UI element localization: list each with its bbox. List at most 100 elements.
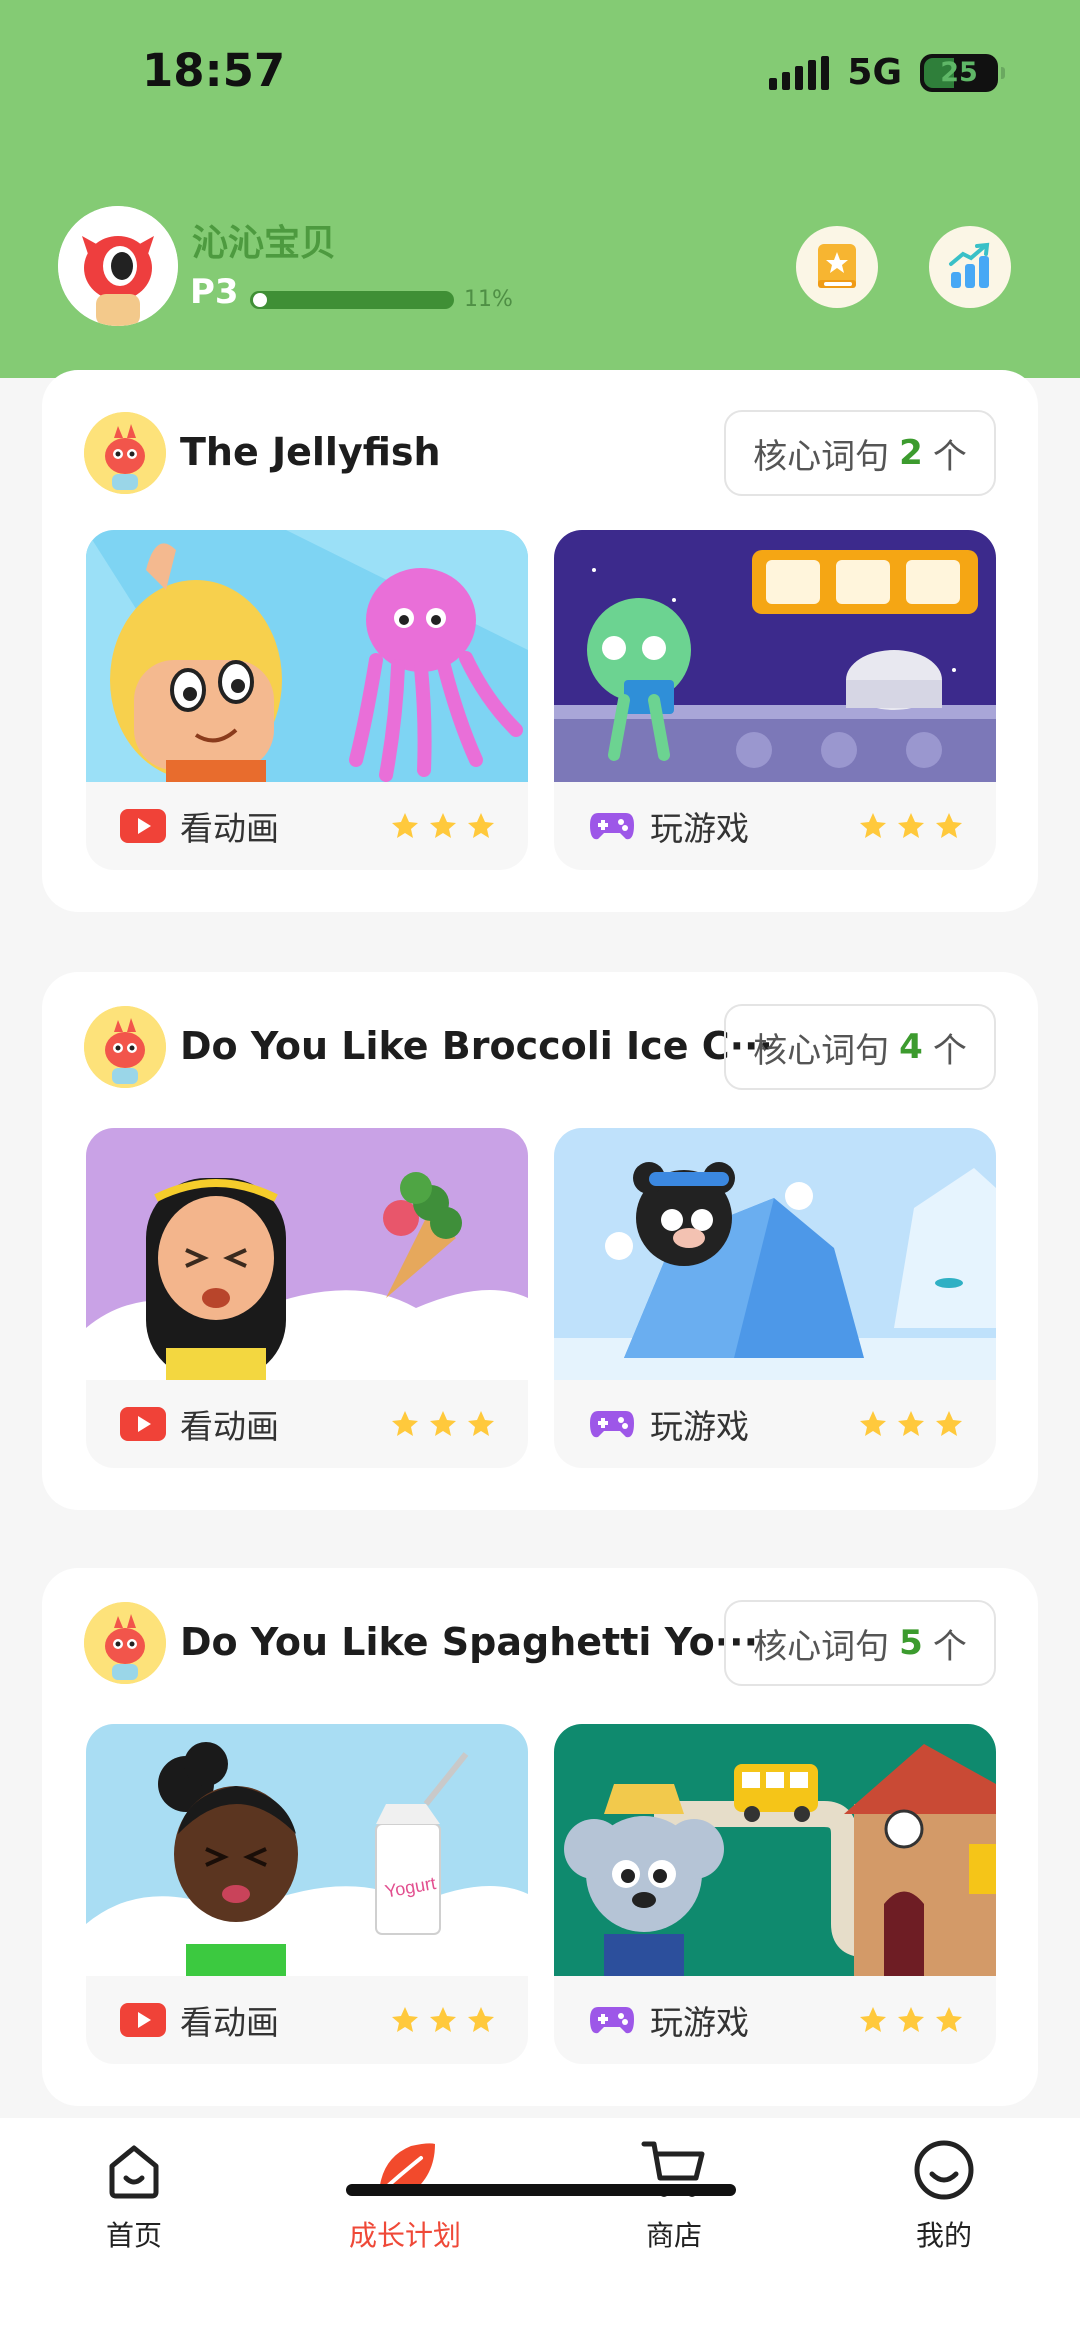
book-button[interactable] (796, 226, 878, 308)
lesson-card-header: Do You Like Broccoli Ice C··· 核心词句 4 个 (84, 1004, 996, 1090)
tab-mine[interactable]: 我的 (844, 2138, 1044, 2254)
core-words-count: 5 (899, 1623, 923, 1663)
watch-animation-label: 看动画 (180, 2003, 279, 2042)
play-video-icon (120, 1407, 166, 1441)
star-icon (936, 2007, 962, 2032)
tab-home[interactable]: 首页 (34, 2138, 234, 2254)
star-icon (860, 1411, 886, 1436)
spaghetti-cartoon-image: Yogurt (86, 1724, 528, 1976)
lesson-title[interactable]: Do You Like Broccoli Ice C··· (180, 1024, 773, 1068)
star-icon (860, 2007, 886, 2032)
core-words-button[interactable]: 核心词句 4 个 (724, 1004, 996, 1090)
level-progress-percent: 11% (464, 287, 513, 312)
lesson-title[interactable]: The Jellyfish (180, 430, 680, 474)
star-icon (860, 813, 886, 838)
lesson-mascot-icon (84, 1006, 166, 1088)
core-words-label: 核心词句 (753, 1030, 890, 1071)
watch-animation-footer: 看动画 (86, 782, 528, 870)
core-words-count: 2 (899, 433, 923, 473)
tab-label: 首页 (105, 2219, 162, 2252)
star-icon (898, 1411, 924, 1436)
home-icon (109, 2145, 159, 2199)
star-icon (898, 813, 924, 838)
star-icon (936, 813, 962, 838)
star-icon (468, 2007, 494, 2032)
play-game-footer: 玩游戏 (554, 1380, 996, 1468)
lesson-card: The Jellyfish 核心词句 2 个 看动画 玩游戏 (42, 370, 1038, 912)
gamepad-icon (590, 2007, 634, 2034)
tab-shop[interactable]: 商店 (574, 2138, 774, 2254)
star-icon (468, 1411, 494, 1436)
lesson-mascot-icon (84, 412, 166, 494)
header: 18:57 5G 25 沁沁宝贝 P3 11% (0, 0, 1080, 378)
avatar[interactable] (58, 206, 178, 326)
watch-animation-footer: 看动画 (86, 1380, 528, 1468)
level-badge: P3 (190, 272, 239, 312)
star-icon (392, 1411, 418, 1436)
battery-level: 25 (940, 57, 978, 88)
watch-animation-label: 看动画 (180, 809, 279, 848)
play-video-icon (120, 2003, 166, 2037)
core-words-count: 4 (899, 1027, 923, 1067)
watch-animation-tile[interactable]: 看动画 (86, 530, 528, 870)
star-rating (390, 811, 496, 841)
tab-label: 商店 (645, 2219, 702, 2252)
star-icon (430, 2007, 456, 2032)
core-words-button[interactable]: 核心词句 5 个 (724, 1600, 996, 1686)
star-icon (392, 2007, 418, 2032)
broccoli-cartoon-image (86, 1128, 528, 1380)
core-words-button[interactable]: 核心词句 2 个 (724, 410, 996, 496)
battery-icon: 25 (920, 53, 1005, 92)
star-icon (430, 1411, 456, 1436)
lesson-card: Do You Like Broccoli Ice C··· 核心词句 4 个 看… (42, 972, 1038, 1510)
watch-animation-tile[interactable]: Yogurt 看动画 (86, 1724, 528, 2064)
play-game-tile[interactable]: 玩游戏 (554, 1128, 996, 1468)
level-progress-bar (250, 291, 454, 309)
play-game-label: 玩游戏 (650, 1407, 749, 1446)
star-icon (430, 813, 456, 838)
lesson-title[interactable]: Do You Like Spaghetti Yo··· (180, 1620, 758, 1664)
iceberg-game-image (554, 1128, 996, 1380)
lesson-mascot-icon (84, 1602, 166, 1684)
network-label: 5G (847, 52, 902, 93)
play-game-tile[interactable]: 玩游戏 (554, 1724, 996, 2064)
watch-animation-footer: 看动画 (86, 1976, 528, 2064)
growth-report-button[interactable] (929, 226, 1011, 308)
star-rating (858, 811, 964, 841)
core-words-unit: 个 (932, 1030, 967, 1071)
tab-label: 成长计划 (348, 2219, 461, 2252)
space-game-image (554, 530, 996, 782)
play-video-icon (120, 809, 166, 843)
star-icon (898, 2007, 924, 2032)
core-words-label: 核心词句 (753, 436, 890, 477)
tab-growth-plan[interactable]: 成长计划 (305, 2138, 505, 2254)
gamepad-icon (590, 813, 634, 840)
play-game-tile[interactable]: 玩游戏 (554, 530, 996, 870)
star-rating (390, 2005, 496, 2035)
status-bar-right: 5G 25 (769, 52, 1005, 93)
smile-icon (914, 2140, 974, 2200)
book-star-icon (818, 244, 856, 288)
core-words-label: 核心词句 (753, 1626, 890, 1667)
jellyfish-cartoon-image (86, 530, 528, 782)
home-indicator[interactable] (346, 2184, 736, 2196)
gamepad-icon (590, 1411, 634, 1438)
star-rating (390, 1409, 496, 1439)
star-rating (858, 2005, 964, 2035)
status-time: 18:57 (142, 44, 286, 97)
lesson-card-header: Do You Like Spaghetti Yo··· 核心词句 5 个 (84, 1600, 996, 1686)
star-rating (858, 1409, 964, 1439)
play-game-footer: 玩游戏 (554, 782, 996, 870)
core-words-unit: 个 (932, 1626, 967, 1667)
play-game-label: 玩游戏 (650, 2003, 749, 2042)
play-game-footer: 玩游戏 (554, 1976, 996, 2064)
watch-animation-tile[interactable]: 看动画 (86, 1128, 528, 1468)
signal-icon (769, 55, 830, 90)
star-icon (468, 813, 494, 838)
star-icon (392, 813, 418, 838)
bottom-tab-bar: 首页 成长计划 商店 我的 (0, 2118, 1080, 2340)
school-bus-game-image (554, 1724, 996, 1976)
lesson-card: Do You Like Spaghetti Yo··· 核心词句 5 个 Yog… (42, 1568, 1038, 2106)
play-game-label: 玩游戏 (650, 809, 749, 848)
bar-chart-icon (949, 242, 990, 288)
